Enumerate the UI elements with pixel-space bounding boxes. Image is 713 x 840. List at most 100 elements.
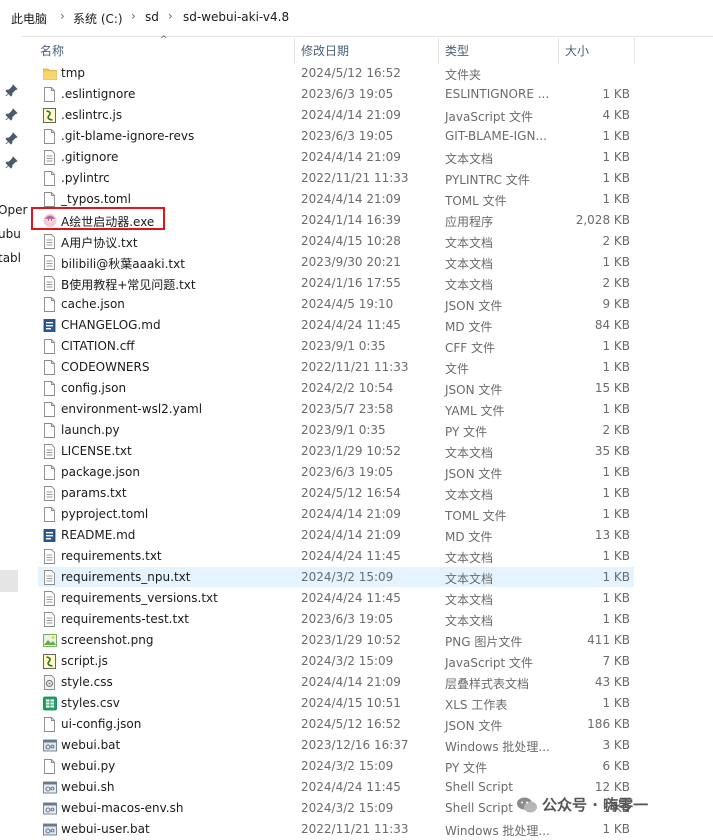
file-modified-date: 2023/1/29 10:52 [301, 633, 401, 647]
file-row[interactable]: script.js 2024/3/2 15:09 JavaScript 文件 7 KB [0, 651, 713, 672]
column-divider[interactable] [438, 38, 439, 64]
chevron-right-icon[interactable]: › [60, 9, 65, 23]
file-row[interactable]: requirements_versions.txt 2024/4/24 11:45… [0, 588, 713, 609]
file-icon [43, 129, 56, 144]
file-modified-date: 2023/1/29 10:52 [301, 444, 401, 458]
chevron-right-icon[interactable]: › [131, 9, 136, 23]
file-type: PYLINTRC 文件 [445, 173, 530, 187]
image-icon [43, 633, 57, 648]
file-row[interactable]: .eslintignore 2023/6/3 19:05 ESLINTIGNORE … [0, 84, 713, 105]
column-header: ^ 名称 修改日期 类型 大小 [0, 35, 713, 64]
file-name: script.js [61, 654, 108, 668]
file-row[interactable]: screenshot.png 2023/1/29 10:52 PNG 图片文件 411… [0, 630, 713, 651]
file-row[interactable]: tmp 2024/5/12 16:52 文件夹 [0, 63, 713, 84]
file-name: style.css [61, 675, 113, 689]
file-size: 3 KB [602, 738, 630, 752]
file-row[interactable]: CHANGELOG.md 2024/4/24 11:45 MD 文件 84 KB [0, 315, 713, 336]
file-size: 84 KB [594, 318, 630, 332]
file-row[interactable]: A用户协议.txt 2024/4/15 10:28 文本文档 2 KB [0, 231, 713, 252]
file-modified-date: 2024/4/24 11:45 [301, 549, 401, 563]
file-size: 1 KB [602, 612, 630, 626]
file-icon [43, 402, 56, 417]
chevron-right-icon[interactable]: › [168, 9, 173, 23]
file-size: 2,028 KB [575, 213, 630, 227]
file-type: TOML 文件 [445, 194, 507, 208]
column-divider[interactable] [294, 38, 295, 64]
column-header-modified[interactable]: 修改日期 [301, 42, 349, 59]
file-type: PNG 图片文件 [445, 635, 523, 649]
breadcrumb-item-current-folder[interactable]: sd-webui-aki-v4.8 [183, 10, 289, 24]
file-name: styles.csv [61, 696, 120, 710]
column-header-size[interactable]: 大小 [565, 42, 589, 59]
file-size: 1 KB [602, 465, 630, 479]
file-row[interactable]: bilibili@秋葉aaaki.txt 2023/9/30 20:21 文本文档 1… [0, 252, 713, 273]
file-row[interactable]: LICENSE.txt 2023/1/29 10:52 文本文档 35 KB [0, 441, 713, 462]
breadcrumb-item-drive-c[interactable]: 系统 (C:) [73, 10, 123, 27]
file-row[interactable]: B使用教程+常见问题.txt 2024/1/16 17:55 文本文档 2 KB [0, 273, 713, 294]
file-type: YAML 文件 [445, 404, 505, 418]
shell-icon [43, 780, 57, 795]
file-name: cache.json [61, 297, 125, 311]
file-type: JavaScript 文件 [445, 656, 533, 670]
file-row[interactable]: CITATION.cff 2023/9/1 0:35 CFF 文件 1 KB [0, 336, 713, 357]
folder-icon [43, 66, 57, 81]
file-row[interactable]: webui.py 2024/3/2 15:09 PY 文件 6 KB [0, 756, 713, 777]
file-name: CODEOWNERS [61, 360, 150, 374]
file-name: launch.py [61, 423, 120, 437]
file-row[interactable]: .git-blame-ignore-revs 2023/6/3 19:05 GIT-… [0, 126, 713, 147]
file-name: screenshot.png [61, 633, 154, 647]
file-size: 1 KB [602, 822, 630, 836]
file-row[interactable]: launch.py 2023/9/1 0:35 PY 文件 2 KB [0, 420, 713, 441]
file-row[interactable]: pyproject.toml 2024/4/14 21:09 TOML 文件 1 KB [0, 504, 713, 525]
file-row[interactable]: package.json 2023/6/3 19:05 JSON 文件 1 KB [0, 462, 713, 483]
file-row[interactable]: cache.json 2024/4/5 19:10 JSON 文件 9 KB [0, 294, 713, 315]
file-type: 文本文档 [445, 236, 494, 250]
file-name: CHANGELOG.md [61, 318, 161, 332]
file-name: LICENSE.txt [61, 444, 132, 458]
script-icon [43, 108, 56, 123]
file-name: pyproject.toml [61, 507, 149, 521]
wechat-icon [517, 797, 537, 813]
file-row[interactable]: README.md 2024/4/14 21:09 MD 文件 13 KB [0, 525, 713, 546]
file-size: 43 KB [594, 675, 630, 689]
file-size: 1 KB [602, 549, 630, 563]
breadcrumb-item-sd[interactable]: sd [145, 10, 159, 24]
markdown-icon [43, 528, 56, 543]
file-name: .gitignore [61, 150, 119, 164]
file-type: 文件 [445, 362, 470, 376]
file-name: webui.py [61, 759, 116, 773]
file-row[interactable]: A绘世启动器.exe 2024/1/14 16:39 应用程序 2,028 KB [0, 207, 713, 231]
file-row[interactable]: .gitignore 2024/4/14 21:09 文本文档 1 KB [0, 147, 713, 168]
file-row[interactable]: style.css 2024/4/14 21:09 层叠样式表文档 43 KB [0, 672, 713, 693]
file-row[interactable]: .pylintrc 2022/11/21 11:33 PYLINTRC 文件 1 KB [0, 168, 713, 189]
file-row[interactable]: styles.csv 2024/4/15 10:51 XLS 工作表 1 KB [0, 693, 713, 714]
file-type: 文本文档 [445, 593, 494, 607]
file-row[interactable]: webui-user.bat 2022/11/21 11:33 Windows 批处… [0, 819, 713, 840]
file-name: CITATION.cff [61, 339, 135, 353]
file-row[interactable]: ui-config.json 2024/5/12 16:52 JSON 文件 186 … [0, 714, 713, 735]
file-name: webui.bat [61, 738, 121, 752]
file-modified-date: 2023/6/3 19:05 [301, 129, 394, 143]
file-row[interactable]: config.json 2024/2/2 10:54 JSON 文件 15 KB [0, 378, 713, 399]
file-row[interactable]: .eslintrc.js 2024/4/14 21:09 JavaScript 文件… [0, 105, 713, 126]
file-row[interactable]: requirements-test.txt 2023/6/3 19:05 文本文档 1… [0, 609, 713, 630]
file-name: webui-macos-env.sh [61, 801, 184, 815]
text-file-icon [43, 276, 56, 291]
file-row[interactable]: environment-wsl2.yaml 2023/5/7 23:58 YAML … [0, 399, 713, 420]
text-file-icon [43, 150, 56, 165]
breadcrumb-item-this-pc[interactable]: 此电脑 [11, 10, 47, 27]
file-row[interactable]: requirements_npu.txt 2024/3/2 15:09 文本文档 1 … [0, 567, 713, 588]
file-size: 1 KB [602, 339, 630, 353]
file-name: environment-wsl2.yaml [61, 402, 203, 416]
column-header-name[interactable]: 名称 [40, 42, 64, 59]
file-row[interactable]: params.txt 2024/5/12 16:54 文本文档 1 KB [0, 483, 713, 504]
file-row[interactable]: requirements.txt 2024/4/24 11:45 文本文档 1 KB [0, 546, 713, 567]
column-divider[interactable] [634, 38, 635, 64]
file-modified-date: 2022/11/21 11:33 [301, 171, 409, 185]
text-file-icon [43, 612, 56, 627]
file-row[interactable]: webui.bat 2023/12/16 16:37 Windows 批处理... 3… [0, 735, 713, 756]
file-size: 2 KB [602, 234, 630, 248]
column-divider[interactable] [558, 38, 559, 64]
file-row[interactable]: CODEOWNERS 2022/11/21 11:33 文件 1 KB [0, 357, 713, 378]
column-header-type[interactable]: 类型 [445, 42, 469, 59]
